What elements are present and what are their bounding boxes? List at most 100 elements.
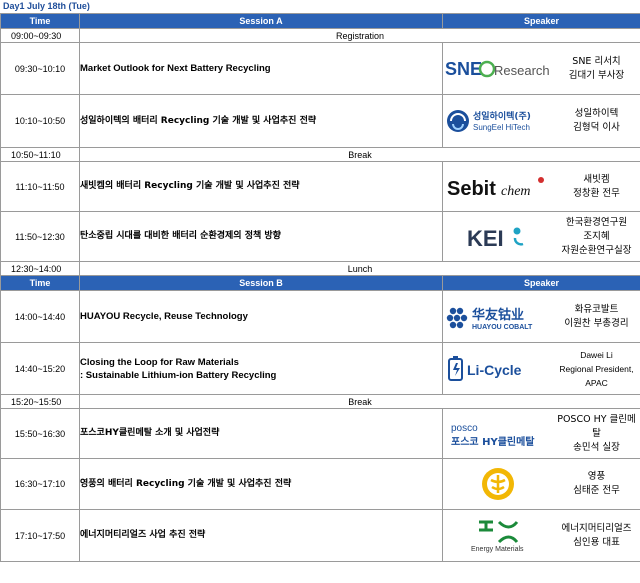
li-cycle-logo: Li-Cycle (443, 349, 553, 389)
speaker-names: 에너지머티리얼즈 심인용 대표 (553, 522, 640, 550)
lunch-row: 12:30~14:00 Lunch (0, 261, 640, 276)
speaker-name: Regional President, APAC (559, 363, 634, 388)
session-title: 탄소중립 시대를 대비한 배터리 순환경제의 정책 방향 (79, 211, 443, 262)
speaker-name: 심인용 대표 (573, 536, 620, 548)
speaker-org: 영풍 (587, 471, 606, 482)
svg-text:HUAYOU COBALT: HUAYOU COBALT (472, 324, 533, 331)
session-title: Market Outlook for Next Battery Recyclin… (79, 42, 443, 95)
day-title: Day1 July 18th (Tue) (3, 1, 90, 11)
svg-text:포스코 HY클린메탈: 포스코 HY클린메탈 (451, 435, 535, 448)
svg-text:Li-Cycle: Li-Cycle (467, 362, 522, 378)
svg-text:SNE: SNE (445, 59, 482, 79)
session-time: 16:30~17:10 (0, 458, 80, 510)
time-header: Time (0, 275, 80, 291)
speaker-org: SNE 리서치 (572, 55, 621, 67)
speaker-cell: KEI 한국환경연구원 조지혜 자원순환연구실장 (442, 211, 640, 262)
speaker-name: 김형덕 이사 (573, 122, 620, 133)
speaker-org: 에너지머티리얼즈 (561, 522, 632, 534)
session-title: 포스코HY클린메탈 소개 및 사업전략 (79, 408, 443, 459)
speaker-cell: posco 포스코 HY클린메탈 POSCO HY 클린메탈 송민석 실장 (442, 408, 640, 459)
lunch-label: Lunch (79, 261, 640, 276)
session-title: 영풍의 배터리 Recycling 기술 개발 및 사업추진 전략 (79, 458, 443, 510)
speaker-cell: Energy Materials 에너지머티리얼즈 심인용 대표 (442, 509, 640, 562)
svg-text:SungEel HiTech: SungEel HiTech (473, 123, 530, 132)
lunch-time: 12:30~14:00 (0, 261, 80, 276)
break-time: 10:50~11:10 (0, 147, 80, 162)
speaker-name: 김대기 부사장 (568, 69, 625, 81)
table-row: 10:10~10:50 성일하이텍의 배터리 Recycling 기술 개발 및… (0, 94, 640, 148)
table-row: 15:50~16:30 포스코HY클린메탈 소개 및 사업전략 posco 포스… (0, 408, 640, 459)
svg-text:华友钴业: 华友钴业 (472, 307, 524, 323)
session-time: 11:10~11:50 (0, 161, 80, 212)
speaker-cell: Sebit chem 새빗켐 정창환 전무 (442, 161, 640, 212)
speaker-name: 이원찬 부총경리 (564, 317, 629, 329)
session-title: 새빗켐의 배터리 Recycling 기술 개발 및 사업추진 전략 (79, 161, 443, 212)
energy-materials-logo: Energy Materials (443, 516, 553, 556)
break-label: Break (79, 147, 640, 162)
speaker-name: 정창환 전무 (573, 187, 620, 199)
session-title: 성일하이텍의 배터리 Recycling 기술 개발 및 사업추진 전략 (79, 94, 443, 148)
session-a-header-row: Time Session A Speaker (0, 13, 640, 29)
session-time: 14:00~14:40 (0, 290, 80, 343)
speaker-cell: 华友钴业 HUAYOU COBALT 화유코발트 이원찬 부총경리 (442, 290, 640, 343)
table-row: 09:30~10:10 Market Outlook for Next Batt… (0, 42, 640, 95)
speaker-names: 한국환경연구원 조지혜 자원순환연구실장 (553, 216, 640, 258)
speaker-org: 성일하이텍 (574, 108, 619, 119)
registration-label: Registration (79, 28, 640, 43)
registration-row: 09:00~09:30 Registration (0, 28, 640, 43)
speaker-cell: SNE Research SNE 리서치 김대기 부사장 (442, 42, 640, 95)
session-title-line2: : Sustainable Lithium-ion Battery Recycl… (80, 369, 277, 381)
session-title: HUAYOU Recycle, Reuse Technology (79, 290, 443, 343)
huayou-cobalt-logo: 华友钴业 HUAYOU COBALT (443, 297, 553, 337)
speaker-org: 한국환경연구원 (565, 216, 628, 228)
speaker-name: 심태준 전무 (573, 485, 620, 496)
session-time: 11:50~12:30 (0, 211, 80, 262)
svg-text:Sebit: Sebit (447, 178, 496, 200)
svg-text:KEI: KEI (467, 226, 504, 251)
break-row: 10:50~11:10 Break (0, 147, 640, 162)
table-row: 14:40~15:20 Closing the Loop for Raw Mat… (0, 342, 640, 395)
svg-text:posco: posco (451, 423, 478, 434)
speaker-header: Speaker (442, 13, 640, 29)
speaker-name: 송민석 실장 (573, 441, 620, 453)
session-time: 09:30~10:10 (0, 42, 80, 95)
svg-text:Research: Research (494, 63, 550, 78)
table-row: 11:10~11:50 새빗켐의 배터리 Recycling 기술 개발 및 사… (0, 161, 640, 212)
session-time: 17:10~17:50 (0, 509, 80, 562)
speaker-names: Dawei Li Regional President, APAC (553, 348, 640, 390)
session-time: 15:50~16:30 (0, 408, 80, 459)
speaker-names: POSCO HY 클린메탈 송민석 실장 (553, 413, 640, 455)
speaker-names: 성일하이텍 김형덕 이사 (553, 107, 640, 135)
session-time: 14:40~15:20 (0, 342, 80, 395)
speaker-cell: 성일하이텍(주) SungEel HiTech 성일하이텍 김형덕 이사 (442, 94, 640, 148)
speaker-names: 새빗켐 정창환 전무 (553, 173, 640, 201)
table-row: 11:50~12:30 탄소중립 시대를 대비한 배터리 순환경제의 정책 방향… (0, 211, 640, 262)
session-b-header-row: Time Session B Speaker (0, 275, 640, 291)
table-row: 16:30~17:10 영풍의 배터리 Recycling 기술 개발 및 사업… (0, 458, 640, 510)
sungeel-hitech-logo: 성일하이텍(주) SungEel HiTech (443, 101, 553, 141)
session-a-header: Session A (79, 13, 443, 29)
time-header: Time (0, 13, 80, 29)
speaker-cell: Li-Cycle Dawei Li Regional President, AP… (442, 342, 640, 395)
posco-hy-clean-metal-logo: posco 포스코 HY클린메탈 (443, 414, 553, 454)
kei-logo: KEI (443, 217, 553, 257)
speaker-names: 화유코발트 이원찬 부총경리 (553, 303, 640, 331)
svg-text:chem: chem (501, 184, 531, 199)
registration-time: 09:00~09:30 (0, 28, 80, 43)
speaker-names: SNE 리서치 김대기 부사장 (553, 55, 640, 83)
break-label: Break (79, 394, 640, 409)
sebitchem-logo: Sebit chem (443, 167, 553, 207)
svg-text:성일하이텍(주): 성일하이텍(주) (473, 110, 531, 122)
sne-research-logo: SNE Research (443, 49, 553, 89)
speaker-names: 영풍 심태준 전무 (553, 470, 640, 498)
table-row: 14:00~14:40 HUAYOU Recycle, Reuse Techno… (0, 290, 640, 343)
speaker-org: 화유코발트 (574, 303, 619, 315)
speaker-cell: 영풍 심태준 전무 (442, 458, 640, 510)
schedule-table: Time Session A Speaker 09:00~09:30 Regis… (0, 13, 640, 562)
table-row: 17:10~17:50 에너지머티리얼즈 사업 추진 전략 Energy Mat… (0, 509, 640, 562)
speaker-org: Dawei Li (580, 349, 613, 360)
svg-text:Energy Materials: Energy Materials (471, 546, 524, 553)
session-time: 10:10~10:50 (0, 94, 80, 148)
break-row: 15:20~15:50 Break (0, 394, 640, 409)
speaker-name: 조지혜 (583, 230, 610, 242)
